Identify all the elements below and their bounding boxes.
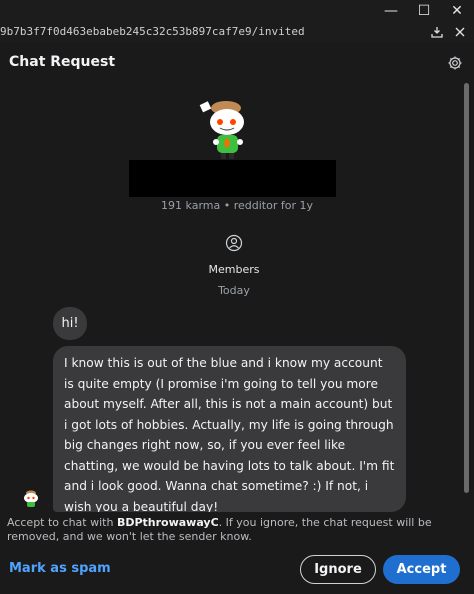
window-close-button[interactable]: ✕ — [443, 0, 471, 21]
window-titlebar: — ☐ ✕ — [0, 0, 474, 21]
mark-as-spam-button[interactable]: Mark as spam — [9, 561, 111, 576]
message-bubble: I know this is out of the blue and i kno… — [53, 346, 406, 512]
redacted-username — [129, 160, 336, 197]
user-avatar — [196, 98, 256, 163]
members-icon — [225, 234, 243, 252]
accept-notice-prefix: Accept to chat with — [7, 516, 117, 529]
maximize-button[interactable]: ☐ — [410, 0, 438, 21]
message-text: I know this is out of the blue and i kno… — [64, 356, 395, 512]
address-bar: 9b7b3f7f0d463ebabeb245c32c53b897caf7e9/i… — [0, 21, 474, 44]
sender-avatar — [22, 489, 40, 507]
url-text[interactable]: 9b7b3f7f0d463ebabeb245c32c53b897caf7e9/i… — [0, 25, 305, 38]
minimize-button[interactable]: — — [377, 0, 405, 21]
accept-button[interactable]: Accept — [383, 555, 460, 584]
message-bubble: hi! — [53, 307, 87, 340]
profile-stats: 191 karma • redditor for 1y — [161, 199, 313, 212]
accept-notice: Accept to chat with BDPthrowawayC. If yo… — [7, 516, 467, 544]
ignore-button[interactable]: Ignore — [300, 555, 376, 584]
message-text: hi! — [61, 316, 79, 331]
chat-request-panel: Chat Request 191 karma • redditor for 1y… — [0, 43, 474, 594]
gear-icon[interactable] — [447, 55, 463, 71]
date-divider: Today — [218, 284, 250, 297]
download-icon[interactable] — [429, 24, 445, 40]
members-label[interactable]: Members — [0, 263, 468, 276]
sender-username: BDPthrowawayC — [116, 516, 219, 529]
close-icon[interactable] — [452, 24, 468, 40]
page-title: Chat Request — [9, 54, 116, 70]
